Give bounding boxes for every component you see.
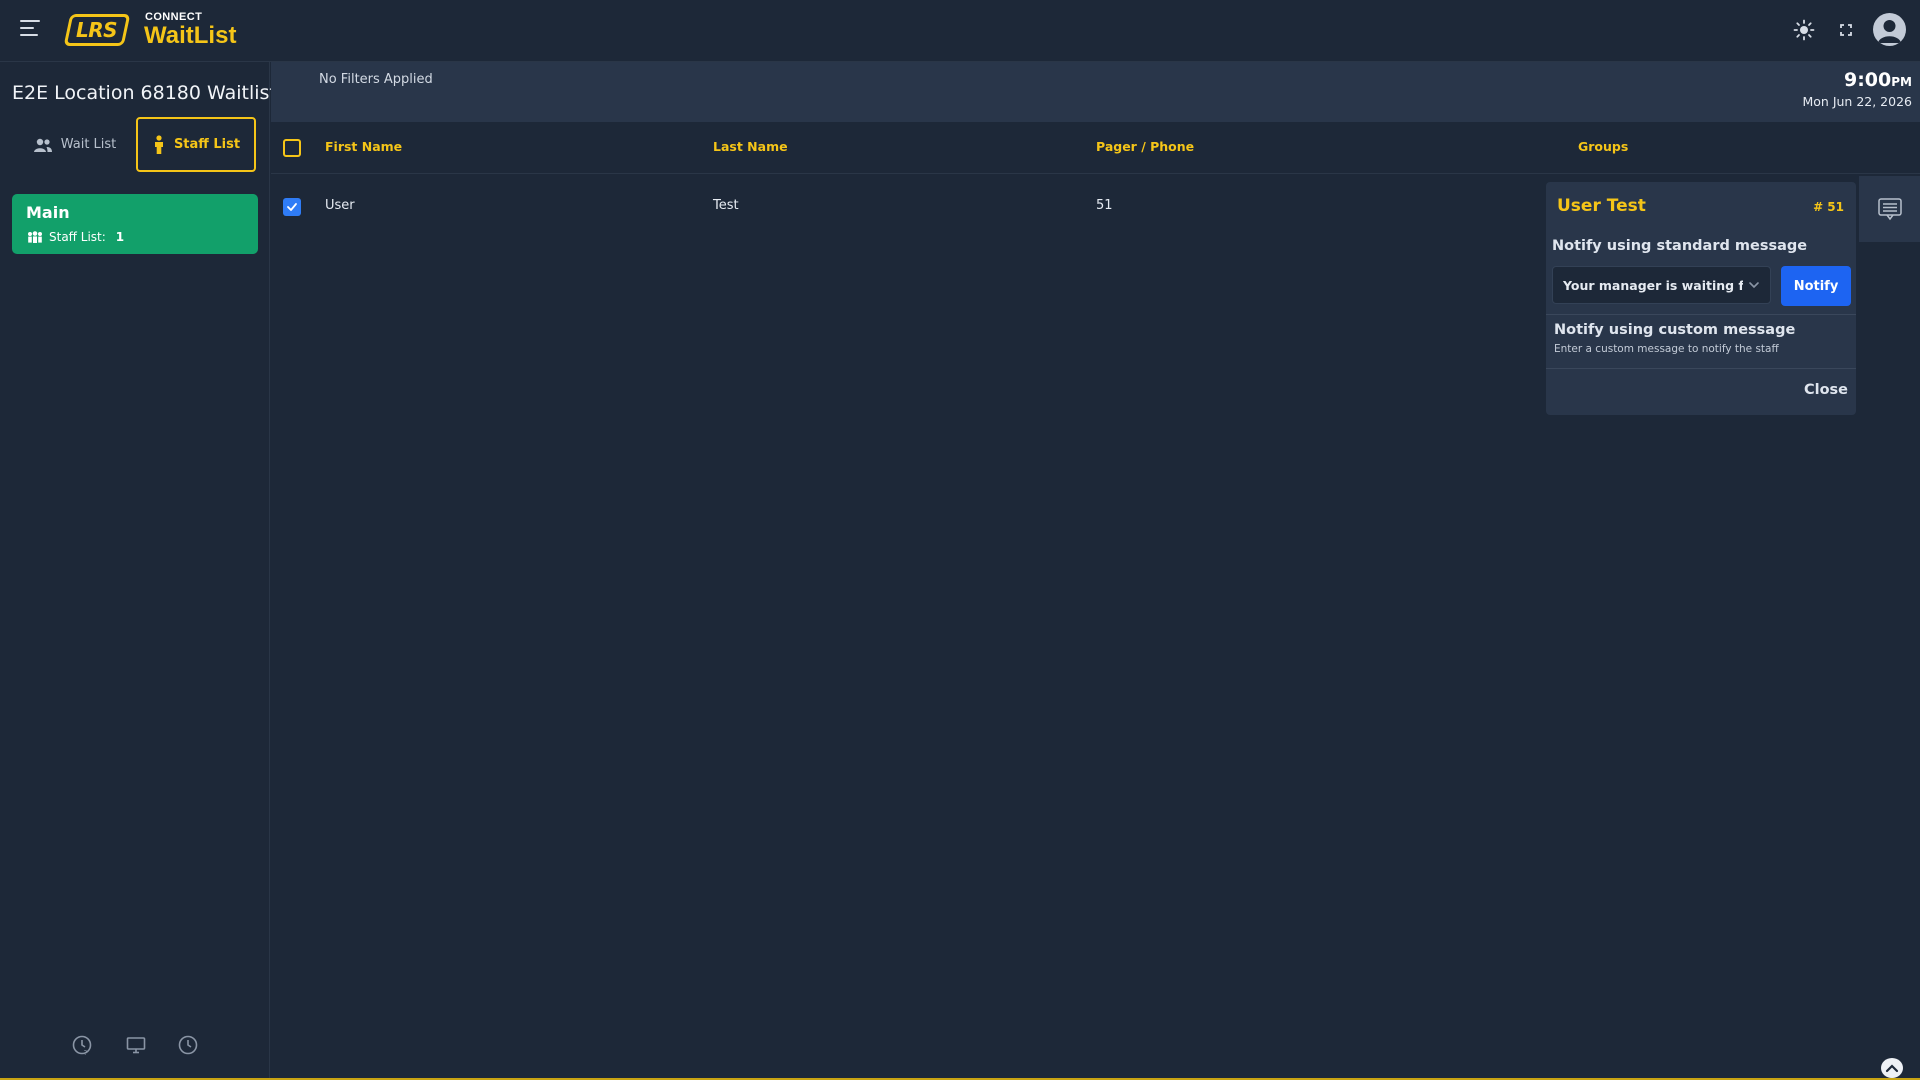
lrs-logo: LRS xyxy=(63,14,131,46)
tab-staff-list[interactable]: Staff List xyxy=(136,117,256,172)
group-card-main[interactable]: Main Staff List: 1 xyxy=(12,194,258,254)
notify-popup: User Test # 51 Notify using standard mes… xyxy=(1546,182,1856,415)
standard-message-label: Notify using standard message xyxy=(1552,238,1808,254)
logo-text: LRS xyxy=(76,18,118,42)
divider xyxy=(1546,314,1856,315)
cell-pager: 51 xyxy=(1096,198,1113,213)
clock-meridiem: PM xyxy=(1891,75,1912,89)
group-count-label: Staff List: xyxy=(49,230,106,244)
row-checkbox[interactable] xyxy=(283,198,301,216)
popup-pager-id: # 51 xyxy=(1813,200,1844,214)
column-groups[interactable]: Groups xyxy=(1578,139,1628,154)
popup-staff-name: User Test xyxy=(1557,196,1646,216)
menu-icon[interactable] xyxy=(20,20,40,40)
tab-staff-list-label: Staff List xyxy=(173,137,241,152)
sidebar: E2E Location 68180 Waitlist Wait List St… xyxy=(0,62,277,1078)
close-button[interactable]: Close xyxy=(1804,382,1848,398)
staff-group-icon xyxy=(28,231,42,243)
clock-time-value: 9:00 xyxy=(1843,69,1892,91)
message-icon[interactable] xyxy=(1859,176,1920,242)
sun-icon[interactable] xyxy=(1791,17,1817,43)
group-name: Main xyxy=(26,203,70,222)
table-header: First Name Last Name Pager / Phone Group… xyxy=(271,123,1920,174)
notify-button[interactable]: Notify xyxy=(1781,266,1851,306)
standard-message-select[interactable]: Your manager is waiting f... xyxy=(1552,266,1771,304)
filter-status[interactable]: No Filters Applied xyxy=(319,72,433,87)
fullscreen-icon[interactable] xyxy=(1833,17,1859,43)
history-icon[interactable]: ? xyxy=(70,1033,94,1057)
divider xyxy=(1546,368,1856,369)
table-row[interactable]: User Test 51 xyxy=(271,183,1541,231)
group-count-value: 1 xyxy=(115,230,125,244)
checkmark-icon xyxy=(287,203,297,211)
people-icon xyxy=(33,138,52,152)
group-staff-count: Staff List: 1 xyxy=(26,230,124,244)
cell-last-name: Test xyxy=(713,198,739,213)
clock-icon[interactable] xyxy=(176,1033,200,1057)
selected-message: Your manager is waiting f... xyxy=(1563,278,1743,293)
clock-date: Mon Jun 22, 2026 xyxy=(1802,94,1913,109)
column-first-name[interactable]: First Name xyxy=(325,139,402,154)
top-header: LRS CONNECT WaitList xyxy=(0,0,1920,62)
custom-message-hint: Enter a custom message to notify the sta… xyxy=(1554,343,1779,355)
chevron-up-icon xyxy=(1885,1064,1899,1073)
column-last-name[interactable]: Last Name xyxy=(713,139,788,154)
clock-time: 9:00PM xyxy=(1844,69,1912,91)
cell-first-name: User xyxy=(325,198,355,213)
person-standing-icon xyxy=(154,134,163,154)
tab-wait-list-label: Wait List xyxy=(60,137,117,152)
location-title: E2E Location 68180 Waitlist xyxy=(12,82,277,104)
svg-text:?: ? xyxy=(84,1049,88,1057)
tab-wait-list[interactable]: Wait List xyxy=(12,117,137,172)
user-avatar-icon[interactable] xyxy=(1873,13,1906,46)
scroll-to-top-button[interactable] xyxy=(1881,1058,1903,1078)
chevron-down-icon xyxy=(1749,282,1759,289)
display-icon[interactable] xyxy=(124,1033,148,1057)
select-all-checkbox[interactable] xyxy=(283,139,301,157)
custom-message-option[interactable]: Notify using custom message xyxy=(1554,322,1795,338)
column-pager-phone[interactable]: Pager / Phone xyxy=(1096,139,1194,154)
filter-bar: No Filters Applied 9:00PM Mon Jun 22, 20… xyxy=(271,62,1920,122)
brand-waitlist: WaitList xyxy=(144,22,237,49)
